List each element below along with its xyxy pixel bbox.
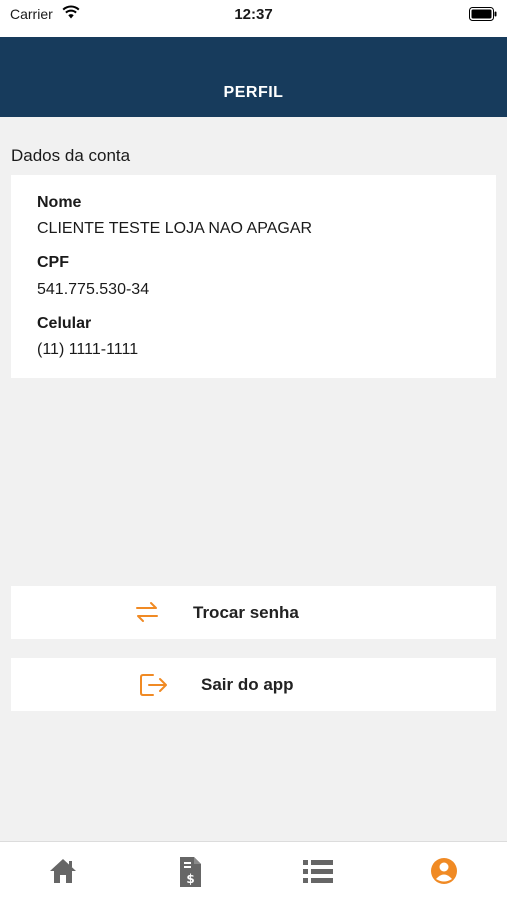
swap-arrows-icon <box>136 602 158 622</box>
svg-text:$: $ <box>186 872 194 886</box>
cpf-value: 541.775.530-34 <box>37 281 150 298</box>
phone-value: (11) 1111-1111 <box>37 341 139 358</box>
cpf-label: CPF <box>37 254 69 271</box>
battery-icon <box>469 7 497 21</box>
home-icon <box>50 859 76 883</box>
change-password-button[interactable]: Trocar senha <box>11 586 496 639</box>
status-bar: Carrier 12:37 <box>0 0 507 37</box>
logout-button[interactable]: Sair do app <box>11 658 496 711</box>
name-value: CLIENTE TESTE LOJA NAO APAGAR <box>37 220 313 237</box>
tab-profile[interactable] <box>381 842 507 901</box>
tab-list[interactable] <box>254 842 381 901</box>
phone-label: Celular <box>37 315 92 332</box>
name-label: Nome <box>37 194 82 211</box>
profile-icon <box>431 858 457 884</box>
page-title: PERFIL <box>223 84 284 101</box>
section-title: Dados da conta <box>11 146 131 165</box>
invoice-icon: $ <box>180 857 201 887</box>
change-password-label: Trocar senha <box>193 603 299 622</box>
logout-icon <box>140 674 167 696</box>
list-icon <box>303 860 333 883</box>
logout-label: Sair do app <box>201 675 294 694</box>
clock: 12:37 <box>234 6 273 23</box>
page-header: PERFIL <box>0 37 507 117</box>
tab-bar: $ <box>0 841 507 901</box>
tab-home[interactable] <box>0 842 127 901</box>
account-card: Nome CLIENTE TESTE LOJA NAO APAGAR CPF 5… <box>11 175 496 378</box>
tab-invoices[interactable]: $ <box>127 842 254 901</box>
